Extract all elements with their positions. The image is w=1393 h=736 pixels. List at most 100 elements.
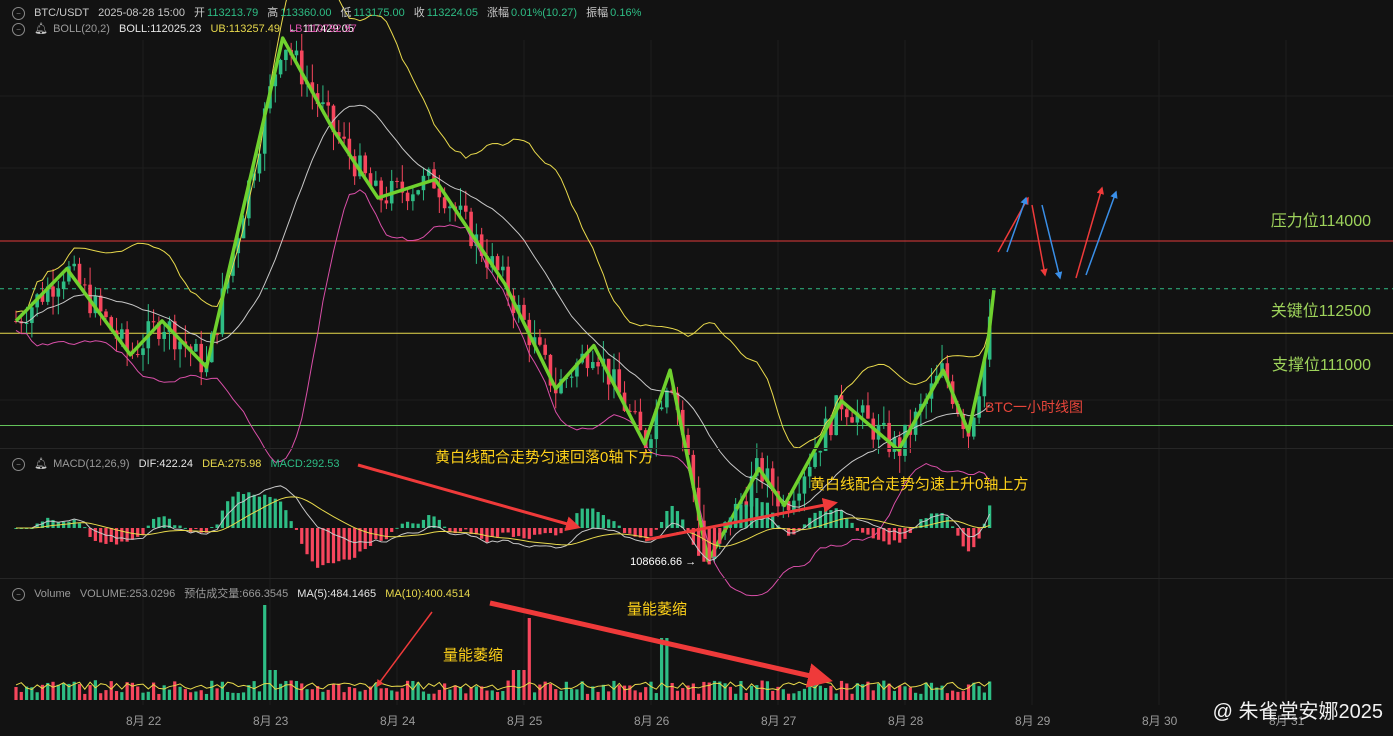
collapse-icon[interactable]: − [12,6,25,20]
macd-histogram-bar [273,498,277,528]
volume-bar [104,690,108,700]
candle-body [284,49,288,61]
candle-body [141,348,145,355]
volume-bar [951,690,955,700]
macd-histogram-bar [760,502,764,528]
collapse-icon[interactable]: − [12,457,25,471]
volume-bar [839,680,844,700]
volume-bar [638,692,643,700]
volume-bar [744,692,748,700]
candle-body [98,295,103,312]
resistance-label: 压力位114000 [1270,213,1371,230]
candle-body [818,450,823,453]
volume-bar [51,681,55,700]
volume-bar [189,692,193,700]
volume-bar [612,680,616,700]
change-value: 0.01%(10.27) [511,7,578,19]
candle-body [458,205,463,210]
macd-histogram-bar [522,528,526,539]
candle-body [294,50,299,56]
volume-bar [252,681,256,700]
x-tick: 8月 29 [1015,714,1051,728]
macd-histogram-bar [628,528,632,534]
volume-bar [300,683,304,700]
volume-bar [728,686,732,700]
volume-bar [511,670,516,700]
volume-bar [691,683,695,700]
volume-bar [495,692,500,700]
volume-bar [437,689,441,700]
volume-bar [263,605,267,700]
volume-bar [654,693,658,700]
macd-histogram-bar [427,515,431,528]
macd-histogram-bar [501,528,505,533]
low-value: 113175.00 [353,7,405,19]
macd-histogram-bar [326,528,330,564]
candle-body [543,344,547,355]
volume-bar [273,670,277,700]
volume-bar [972,682,976,700]
volume-bar [199,690,203,700]
candle-body [569,376,574,378]
volume-bar [167,689,172,700]
macd-histogram-bar [887,528,891,545]
volume-bar [337,683,341,700]
macd-histogram-bar [495,528,500,537]
candle-body [860,405,865,413]
x-tick: 8月 30 [1142,714,1178,728]
macd-histogram-bar [289,521,293,528]
volume-bar [226,691,230,700]
macd-histogram-bar [151,518,156,528]
volume-bar [347,686,351,700]
boll-header: − 🔔︎ BOLL(20,2) BOLL:112025.23 UB:113257… [12,22,363,36]
macd-histogram-bar [866,528,870,535]
macd-histogram-bar [876,528,881,540]
macd-histogram-bar [543,528,547,534]
macd-histogram-bar [532,528,537,535]
volume-bar [358,691,362,700]
bell-icon[interactable]: 🔔︎ [34,23,48,35]
volume-bar [294,680,299,700]
macd-histogram-bar [538,528,542,535]
volume-bar [353,688,357,700]
macd-histogram-bar [601,515,605,528]
volume-bar [183,689,187,700]
macd-histogram-bar [480,528,484,539]
macd-histogram-bar [210,527,214,528]
volume-bar [527,618,531,700]
candle-body [501,266,505,271]
candle-body [151,321,156,323]
volume-bar [162,685,166,700]
volume-bar [633,690,637,700]
datetime: 2025-08-28 15:00 [98,7,185,19]
volume-bar [157,693,161,700]
macd-histogram-bar [607,519,611,528]
volume-bar [427,693,431,700]
volume-bar [739,681,743,700]
volume-bar [501,691,505,700]
macd-histogram-bar [342,528,346,560]
macd-histogram-bar [268,496,272,528]
macd-histogram-bar [898,528,902,543]
volume-bar [331,684,336,700]
macd-histogram-bar [464,528,468,530]
macd-histogram-bar [755,498,759,528]
collapse-icon[interactable]: − [12,22,25,36]
volume-bar [824,688,828,700]
amp-value: 0.16% [610,7,642,19]
candle-body [82,284,87,286]
x-tick: 8月 22 [126,714,162,728]
macd-histogram-bar [490,528,494,537]
volume-bar [93,680,97,700]
bell-icon[interactable]: 🔔︎ [34,458,48,470]
collapse-icon[interactable]: − [12,587,25,601]
macd-histogram-bar [940,512,944,528]
volume-bar [876,683,881,700]
volume-bar [977,686,981,700]
grid-lines [0,40,1393,705]
candle-body [633,411,637,413]
macd-histogram-bar [855,528,859,531]
volume-bar [607,691,611,700]
macd-histogram-bar [824,507,828,528]
macd-histogram-bar [384,528,389,540]
